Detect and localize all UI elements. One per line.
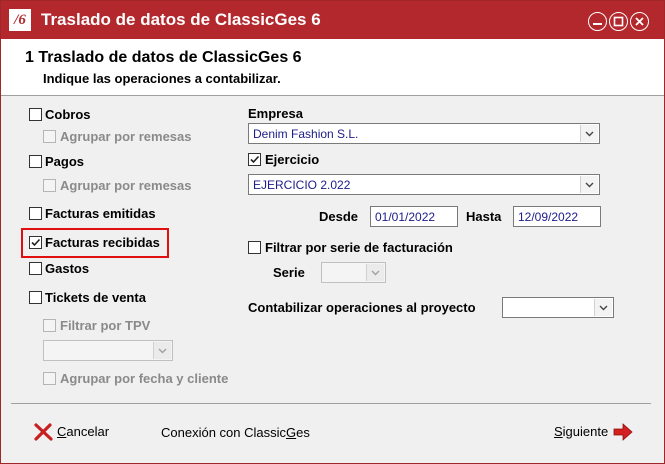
serie-select[interactable]: [321, 262, 386, 283]
proyecto-select[interactable]: [502, 297, 614, 318]
chevron-down-icon[interactable]: [594, 299, 612, 316]
agrupar-fecha-checkbox[interactable]: [43, 372, 56, 385]
cancel-x-icon: [34, 423, 53, 441]
footer-divider: [11, 403, 651, 404]
dialog-window: /6 Traslado de datos de ClassicGes 6 1 T…: [0, 0, 665, 464]
chevron-down-icon[interactable]: [366, 264, 384, 281]
title-bar[interactable]: /6 Traslado de datos de ClassicGes 6: [1, 1, 664, 39]
cancel-accesskey: C: [57, 424, 67, 439]
filtrar-serie-checkbox[interactable]: [248, 241, 261, 254]
ejercicio-value: EJERCICIO 2.022: [253, 178, 351, 192]
hasta-label: Hasta: [466, 209, 502, 224]
facturas-recibidas-checkbox[interactable]: [29, 236, 42, 249]
agrupar-fecha-label: Agrupar por fecha y cliente: [60, 371, 229, 386]
cobros-agrupar-checkbox[interactable]: [43, 130, 56, 143]
close-icon[interactable]: [630, 12, 649, 31]
header-divider: [1, 95, 664, 96]
arrow-right-icon: [613, 423, 633, 441]
proyecto-label: Contabilizar operaciones al proyecto: [248, 300, 476, 315]
connection-button[interactable]: Conexión con ClassicGes: [161, 425, 310, 440]
gastos-label[interactable]: Gastos: [45, 261, 89, 276]
checkmark-icon: [250, 155, 260, 164]
classicges-app-icon: /6: [9, 9, 31, 31]
hasta-date-input[interactable]: 12/09/2022: [513, 206, 601, 227]
cobros-agrupar-label: Agrupar por remesas: [60, 129, 192, 144]
chevron-down-icon[interactable]: [153, 342, 171, 359]
empresa-select[interactable]: Denim Fashion S.L.: [248, 123, 600, 144]
tpv-select[interactable]: [43, 340, 173, 361]
serie-label: Serie: [273, 265, 305, 280]
filtrar-serie-label[interactable]: Filtrar por serie de facturación: [265, 240, 453, 255]
next-button[interactable]: Siguiente: [554, 423, 633, 441]
chevron-down-icon[interactable]: [580, 176, 598, 193]
facturas-recibidas-label[interactable]: Facturas recibidas: [45, 235, 160, 250]
step-subtitle: Indique las operaciones a contabilizar.: [43, 71, 281, 86]
ejercicio-label[interactable]: Ejercicio: [265, 152, 319, 167]
chevron-down-icon[interactable]: [580, 125, 598, 142]
next-accesskey: S: [554, 424, 563, 439]
filtrar-tpv-checkbox[interactable]: [43, 319, 56, 332]
gastos-checkbox[interactable]: [29, 262, 42, 275]
empresa-label: Empresa: [248, 106, 303, 121]
cobros-label[interactable]: Cobros: [45, 107, 91, 122]
empresa-value: Denim Fashion S.L.: [253, 127, 359, 141]
tickets-label[interactable]: Tickets de venta: [45, 290, 146, 305]
window-title: Traslado de datos de ClassicGes 6: [41, 10, 321, 29]
facturas-emitidas-label[interactable]: Facturas emitidas: [45, 206, 156, 221]
wizard-header: 1 Traslado de datos de ClassicGes 6 Indi…: [1, 39, 664, 95]
desde-label: Desde: [319, 209, 359, 224]
maximize-icon[interactable]: [609, 12, 628, 31]
cobros-checkbox[interactable]: [29, 108, 42, 121]
cancel-button[interactable]: Cancelar: [33, 423, 109, 441]
pagos-checkbox[interactable]: [29, 155, 42, 168]
checkmark-icon: [31, 238, 41, 247]
filtrar-tpv-label: Filtrar por TPV: [60, 318, 151, 333]
pagos-label[interactable]: Pagos: [45, 154, 84, 169]
step-title: 1 Traslado de datos de ClassicGes 6: [25, 49, 302, 66]
desde-date-input[interactable]: 01/01/2022: [370, 206, 458, 227]
pagos-agrupar-label: Agrupar por remesas: [60, 178, 192, 193]
connection-accesskey: G: [286, 425, 297, 440]
tickets-checkbox[interactable]: [29, 291, 42, 304]
ejercicio-select[interactable]: EJERCICIO 2.022: [248, 174, 600, 195]
facturas-emitidas-checkbox[interactable]: [29, 207, 42, 220]
ejercicio-checkbox[interactable]: [248, 153, 261, 166]
minimize-icon[interactable]: [588, 12, 607, 31]
pagos-agrupar-checkbox[interactable]: [43, 179, 56, 192]
